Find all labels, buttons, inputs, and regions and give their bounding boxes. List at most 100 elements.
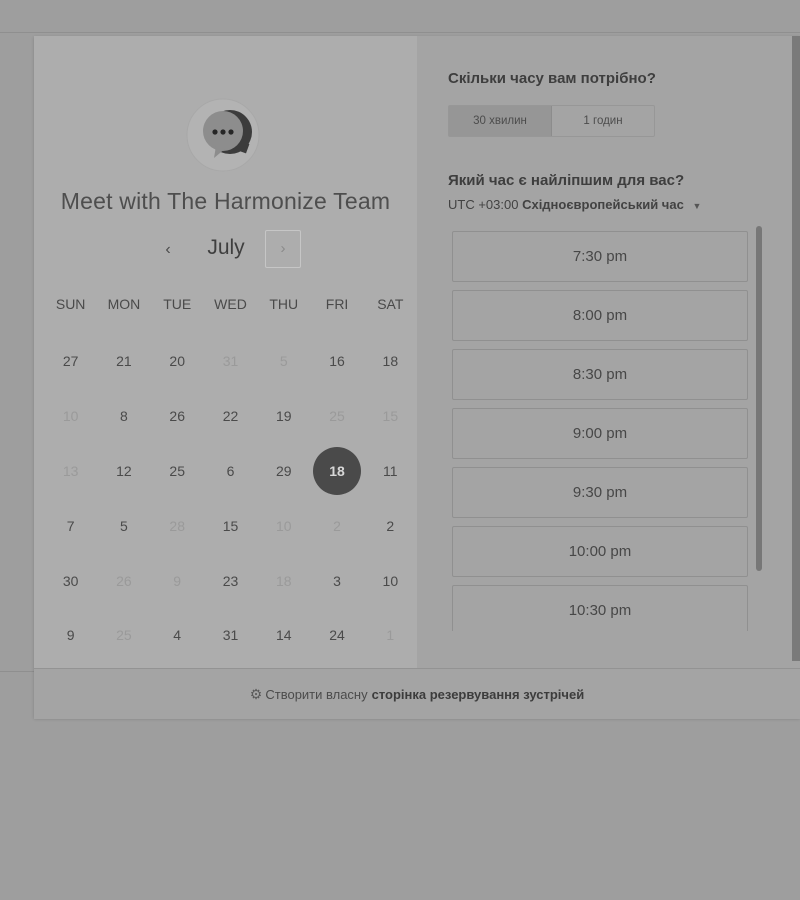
time-slot-button[interactable]: 8:30 pm xyxy=(452,349,748,400)
calendar-panel: Meet with The Harmonize Team ‹ July › SU… xyxy=(34,36,417,668)
calendar-week-row: 27 21 20 31 5 16 18 xyxy=(44,334,417,389)
calendar-day: 10 xyxy=(257,498,310,553)
booking-widget: Meet with The Harmonize Team ‹ July › SU… xyxy=(34,36,800,719)
timezone-name: Східноєвропейський час xyxy=(522,197,684,212)
calendar-day-number: 10 xyxy=(62,408,79,425)
slot-scrollbar[interactable] xyxy=(756,226,762,571)
calendar-day[interactable]: 10 xyxy=(364,553,417,608)
time-slot-button[interactable]: 9:00 pm xyxy=(452,408,748,459)
weekday-label: SUN xyxy=(55,296,86,312)
calendar-day: 26 xyxy=(97,553,150,608)
calendar-day-number: 15 xyxy=(222,517,239,534)
time-panel: Скільки часу вам потрібно? 30 хвилин 1 г… xyxy=(417,36,800,668)
calendar-day[interactable]: 3 xyxy=(310,553,363,608)
calendar-day-number: 1 xyxy=(386,627,395,644)
calendar-week-row: 30 26 9 23 18 3 10 xyxy=(44,553,417,608)
calendar-week-row: 7 5 28 15 10 2 2 xyxy=(44,498,417,553)
calendar-day-selected[interactable]: 18 xyxy=(310,444,363,499)
calendar-day-number: 15 xyxy=(382,408,399,425)
calendar-day[interactable]: 31 xyxy=(204,608,257,663)
calendar-day[interactable]: 19 xyxy=(257,389,310,444)
calendar-day-number: 31 xyxy=(222,353,239,370)
calendar-day-number: 18 xyxy=(329,462,345,479)
next-month-button[interactable]: › xyxy=(265,230,301,268)
calendar-day: 1 xyxy=(364,608,417,663)
calendar-day[interactable]: 23 xyxy=(204,553,257,608)
calendar-day-number: 9 xyxy=(66,627,75,644)
calendar-day[interactable]: 9 xyxy=(44,608,97,663)
calendar-day: 13 xyxy=(44,444,97,499)
calendar-day: 18 xyxy=(257,553,310,608)
calendar-day[interactable]: 26 xyxy=(151,389,204,444)
time-slot-button[interactable]: 10:00 pm xyxy=(452,526,748,577)
calendar-week-row: 10 8 26 22 19 25 15 xyxy=(44,389,417,444)
calendar-day-number: 2 xyxy=(386,517,395,534)
calendar-day[interactable]: 21 xyxy=(97,334,150,389)
calendar-day-number: 11 xyxy=(383,462,398,479)
weekday-label: SAT xyxy=(377,296,404,312)
calendar-day[interactable]: 25 xyxy=(151,444,204,499)
calendar-day[interactable]: 30 xyxy=(44,553,97,608)
calendar-day[interactable]: 11 xyxy=(364,444,417,499)
calendar-day: 10 xyxy=(44,389,97,444)
footer-text: Створити власну xyxy=(265,686,368,702)
calendar-day[interactable]: 29 xyxy=(257,444,310,499)
duration-option-30[interactable]: 30 хвилин xyxy=(449,106,552,136)
calendar-day: 9 xyxy=(151,553,204,608)
footer: ⚙ Створити власну сторінка резервування … xyxy=(34,668,800,719)
calendar-day-number: 5 xyxy=(279,353,288,370)
calendar-day[interactable]: 7 xyxy=(44,498,97,553)
calendar-day[interactable]: 27 xyxy=(44,334,97,389)
calendar-day-number: 28 xyxy=(169,517,185,534)
weekday-label: TUE xyxy=(163,296,192,312)
meeting-title: Meet with The Harmonize Team xyxy=(60,188,391,214)
calendar-day[interactable]: 12 xyxy=(97,444,150,499)
current-month: July xyxy=(207,236,245,259)
calendar-day[interactable]: 6 xyxy=(204,444,257,499)
calendar-day[interactable]: 8 xyxy=(97,389,150,444)
calendar-day[interactable]: 18 xyxy=(364,334,417,389)
calendar-day[interactable]: 15 xyxy=(204,498,257,553)
month-navigation: ‹ July › xyxy=(34,228,417,272)
calendar-day[interactable]: 4 xyxy=(151,608,204,663)
calendar-day: 28 xyxy=(151,498,204,553)
calendar-day-number: 26 xyxy=(116,572,132,589)
time-slot-button[interactable]: 10:30 pm xyxy=(452,585,748,631)
calendar-day-number: 23 xyxy=(222,572,239,589)
duration-selector: 30 хвилин 1 годин xyxy=(448,105,655,137)
calendar-grid: 27 21 20 31 5 16 18 10 8 26 22 19 25 15 13 12 25 6 29 18 11 7… xyxy=(34,334,417,663)
calendar-day-number: 27 xyxy=(62,353,79,370)
calendar-day-number: 30 xyxy=(62,572,79,589)
calendar-day[interactable]: 2 xyxy=(364,498,417,553)
time-slot-list: 7:30 pm 8:00 pm 8:30 pm 9:00 pm 9:30 pm 10:00… xyxy=(452,231,748,631)
calendar-day[interactable]: 16 xyxy=(310,334,363,389)
calendar-day[interactable]: 5 xyxy=(97,498,150,553)
calendar-day-number: 6 xyxy=(226,462,235,479)
timezone-selector[interactable]: UTC +03:00 Східноєвропейський час ▼ xyxy=(448,197,701,212)
calendar-day-number: 25 xyxy=(116,627,132,644)
calendar-day: 5 xyxy=(257,334,310,389)
calendar-day-number: 25 xyxy=(329,408,345,425)
weekday-label: MON xyxy=(107,296,141,312)
calendar-week-row: 9 25 4 31 14 24 1 xyxy=(44,608,417,663)
calendar-day[interactable]: 20 xyxy=(151,334,204,389)
calendar-day: 25 xyxy=(97,608,150,663)
calendar-day-number: 16 xyxy=(329,353,345,370)
calendar-day-number: 9 xyxy=(173,572,182,589)
calendar-day-number: 10 xyxy=(382,572,399,589)
calendar-day-number: 20 xyxy=(169,353,185,370)
time-slot-button[interactable]: 8:00 pm xyxy=(452,290,748,341)
calendar-day[interactable]: 22 xyxy=(204,389,257,444)
duration-option-60[interactable]: 1 годин xyxy=(552,106,654,136)
time-slot-button[interactable]: 7:30 pm xyxy=(452,231,748,282)
time-slot-button[interactable]: 9:30 pm xyxy=(452,467,748,518)
calendar-day-number: 18 xyxy=(382,353,399,370)
calendar-day[interactable]: 14 xyxy=(257,608,310,663)
calendar-day[interactable]: 24 xyxy=(310,608,363,663)
footer-link[interactable]: ⚙ Створити власну сторінка резервування … xyxy=(34,669,800,719)
calendar-day-number: 25 xyxy=(169,462,185,479)
weekday-label: WED xyxy=(214,296,247,312)
page-scrollbar[interactable] xyxy=(792,36,800,661)
calendar-day-number: 5 xyxy=(120,517,128,534)
prev-month-button[interactable]: ‹ xyxy=(158,236,178,264)
